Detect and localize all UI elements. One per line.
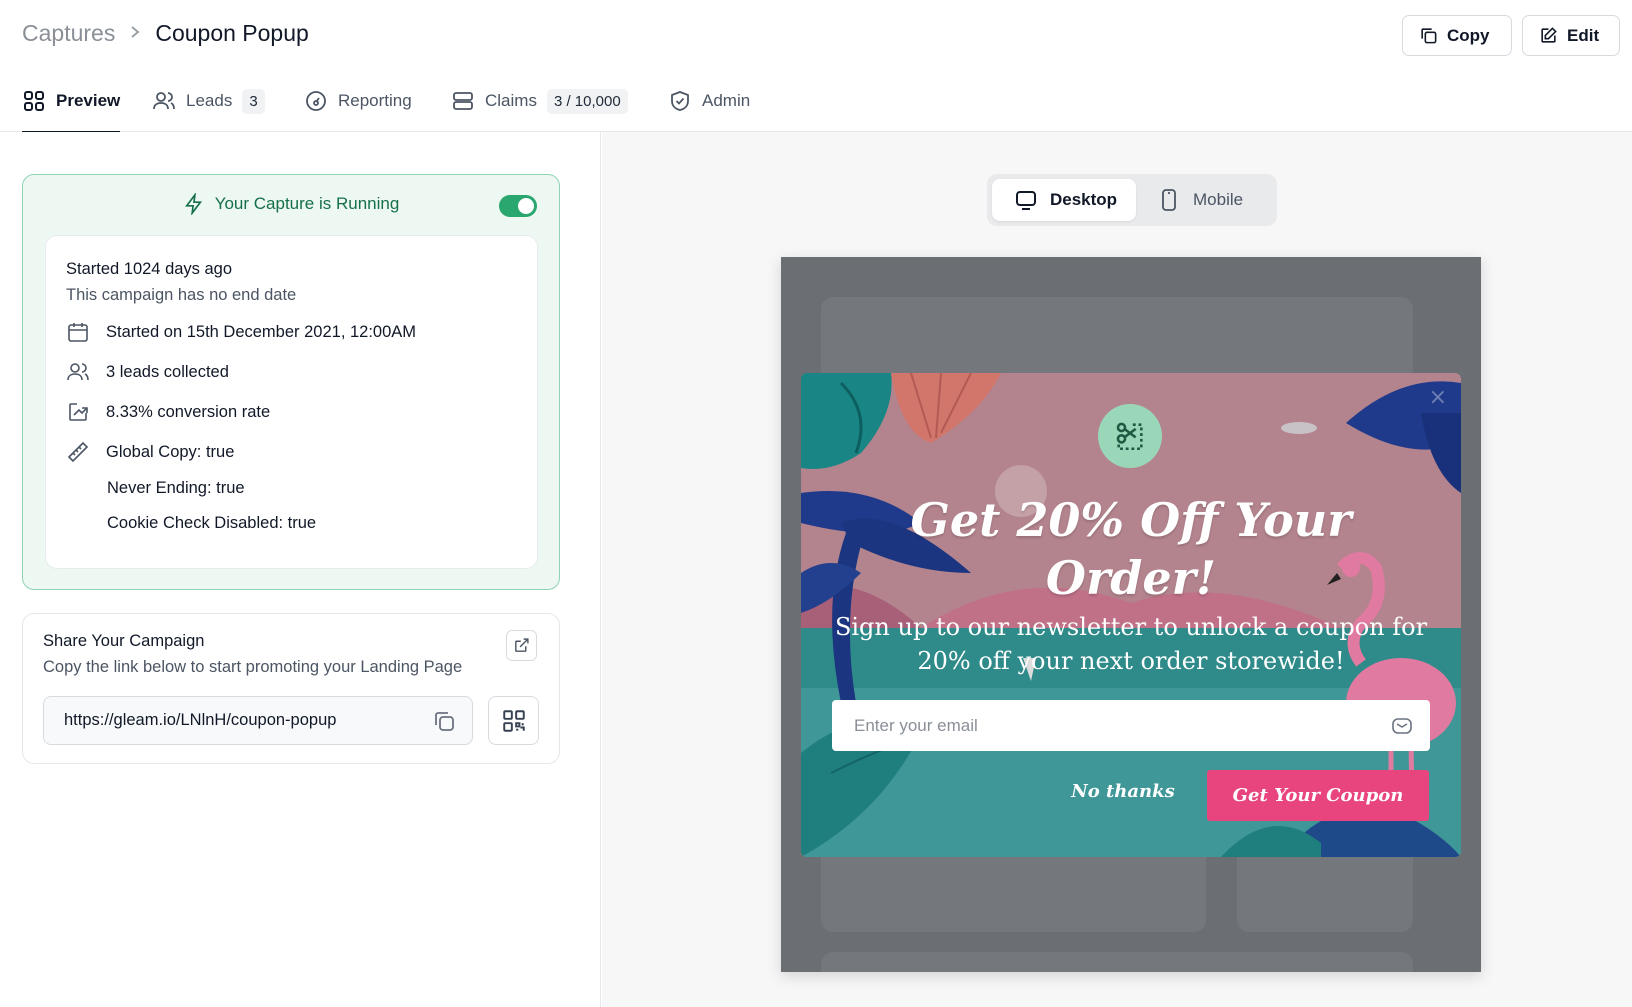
coupon-popup: × Get 20% Off Your Order! Sign up to our… [801,373,1461,857]
breadcrumb-captures[interactable]: Captures [22,20,115,47]
popup-title-line2: Order! [1045,551,1217,605]
campaign-details-panel: Your Capture is Running Started 1024 day… [0,132,601,1007]
trend-up-icon [69,403,88,421]
lightning-icon [184,193,202,215]
scissors-icon [1116,422,1143,451]
claims-count-badge: 3 / 10,000 [546,88,628,114]
status-details: Started 1024 days ago This campaign has … [45,235,538,569]
users-icon [67,363,89,381]
desktop-option[interactable]: Desktop [992,179,1136,221]
global-copy-row: Global Copy: true [66,440,234,464]
desktop-label: Desktop [1050,190,1118,209]
start-date-row: Started on 15th December 2021, 12:00AM [66,320,416,344]
share-url-text: https://gleam.io/LNlnH/coupon-popup [64,711,337,729]
tab-claims-label: Claims [485,91,537,110]
edit-button-label: Edit [1567,25,1600,45]
stack-icon [453,92,473,110]
qr-code-icon [502,709,525,732]
share-subtitle: Copy the link below to start promoting y… [43,658,463,676]
tab-leads[interactable]: Leads 3 [152,70,265,132]
preview-frame: × Get 20% Off Your Order! Sign up to our… [781,257,1481,972]
popup-title-line1: Get 20% Off Your [910,493,1352,547]
open-link-button[interactable] [506,630,537,661]
copy-icon[interactable] [432,709,456,733]
device-toggle: Desktop Mobile [987,174,1277,226]
get-coupon-button[interactable]: Get Your Coupon [1207,770,1429,821]
tab-leads-label: Leads [186,91,233,110]
tab-preview[interactable]: Preview [22,70,121,133]
coupon-badge [1098,404,1162,468]
status-label: Your Capture is Running [214,194,400,213]
end-date-note: This campaign has no end date [66,286,297,304]
close-icon[interactable]: × [1429,385,1447,410]
no-thanks-button[interactable]: No thanks [1053,770,1193,812]
phone-icon [1162,189,1176,211]
page-placeholder [821,952,1413,972]
tab-reporting[interactable]: Reporting [304,70,412,132]
share-card: Share Your Campaign Copy the link below … [22,613,560,764]
cookie-check-text: Cookie Check Disabled: true [107,514,317,532]
status-card: Your Capture is Running Started 1024 day… [22,174,560,590]
calendar-icon [68,323,88,342]
conversion-row: 8.33% conversion rate [66,400,270,424]
share-url-field[interactable]: https://gleam.io/LNlnH/coupon-popup [43,696,473,745]
popup-subtitle-line2: 20% off your next order storewide! [917,647,1345,675]
tab-bar: Preview Leads 3 Reporting Claims 3 / 10,… [0,70,1632,133]
never-ending-text: Never Ending: true [107,479,245,497]
mobile-option[interactable]: Mobile [1157,179,1243,221]
ruler-icon [67,441,89,463]
copy-button-label: Copy [1447,25,1490,45]
copy-icon [1421,28,1437,44]
external-link-icon [515,638,529,652]
shield-icon [671,91,689,111]
started-ago: Started 1024 days ago [66,260,233,278]
status-header: Your Capture is Running [23,193,559,215]
chevron-right-icon [129,23,141,44]
monitor-icon [1016,191,1036,210]
popup-subtitle: Sign up to our newsletter to unlock a co… [831,610,1431,678]
mobile-label: Mobile [1193,190,1244,209]
tab-claims[interactable]: Claims 3 / 10,000 [451,70,628,132]
qr-code-button[interactable] [488,696,539,745]
users-icon [153,92,175,110]
leads-row: 3 leads collected [66,360,229,384]
tab-preview-label: Preview [56,90,121,110]
tab-admin[interactable]: Admin [668,70,750,132]
running-toggle[interactable] [499,195,537,217]
email-placeholder: Enter your email [854,715,978,735]
page-title: Coupon Popup [155,20,309,46]
edit-icon [1541,27,1557,43]
conversion-rate-text: 8.33% conversion rate [106,402,271,421]
leads-collected-text: 3 leads collected [106,362,229,381]
edit-button[interactable]: Edit [1522,15,1620,56]
mail-icon [1392,718,1412,734]
grid-icon [24,90,44,111]
email-field[interactable]: Enter your email [832,700,1430,751]
popup-title: Get 20% Off Your Order! [841,491,1421,607]
share-title: Share Your Campaign [43,632,205,650]
gauge-icon [306,91,326,111]
popup-subtitle-line1: Sign up to our newsletter to unlock a co… [834,613,1428,641]
start-date-text: Started on 15th December 2021, 12:00AM [106,322,417,341]
tab-reporting-label: Reporting [338,91,412,110]
global-copy-text: Global Copy: true [106,442,235,461]
leads-count-badge: 3 [242,88,265,114]
preview-area: Desktop Mobile × Get 20% Off Your Order!… [602,132,1632,1007]
top-bar: Captures Coupon Popup Copy Edit [0,0,1632,70]
breadcrumb: Captures Coupon Popup [22,20,309,47]
tab-admin-label: Admin [702,91,751,110]
copy-button[interactable]: Copy [1402,15,1512,56]
